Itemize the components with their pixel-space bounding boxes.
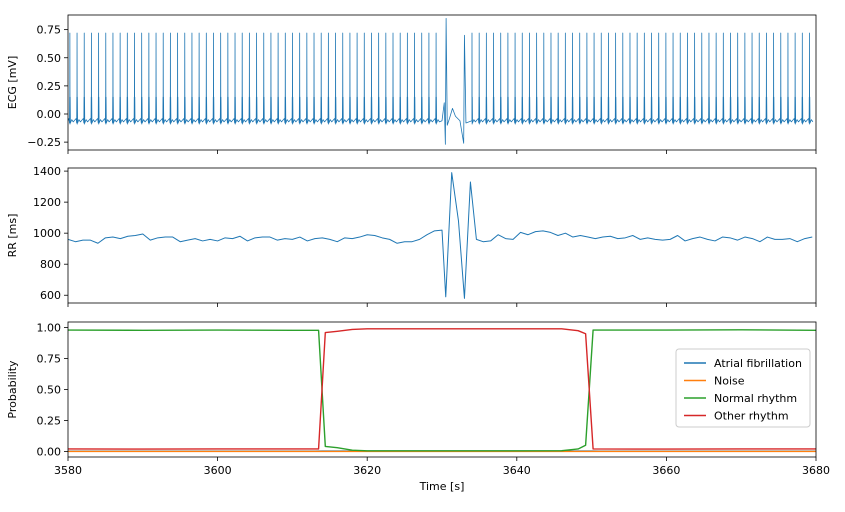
y-tick-label: 0.25 [37, 414, 62, 427]
y-tick-label: 600 [40, 289, 61, 302]
y-tick-label: 1200 [33, 196, 61, 209]
y-tick-label: 0.75 [37, 353, 62, 366]
y-axis-label: ECG [mV] [6, 56, 19, 109]
ecg-panel: −0.25 0.00 0.25 0.50 0.75 ECG [mV] [6, 15, 816, 154]
axes-frame [68, 15, 816, 150]
legend: Atrial fibrillation Noise Normal rhythm Oth… [676, 349, 810, 427]
legend-label: Normal rhythm [714, 392, 797, 405]
y-tick-label: 0.50 [37, 384, 62, 397]
plot-area [68, 173, 812, 299]
y-tick-label: 800 [40, 258, 61, 271]
legend-label: Atrial fibrillation [714, 357, 802, 370]
x-tick-label: 3660 [652, 464, 680, 477]
x-axis-label: Time [s] [419, 480, 465, 493]
legend-label: Noise [714, 375, 745, 388]
x-tick-label: 3680 [802, 464, 830, 477]
y-tick-label: 0.25 [37, 80, 62, 93]
chart-figure: −0.25 0.00 0.25 0.50 0.75 ECG [mV] 600 800 1000… [0, 0, 845, 507]
x-tick-label: 3640 [503, 464, 531, 477]
y-tick-label: 0.00 [37, 108, 62, 121]
rr-interval-panel: 600 800 1000 1200 1400 RR [ms] [6, 165, 816, 307]
y-axis-label: Probability [6, 360, 19, 419]
y-axis-label: RR [ms] [6, 214, 19, 258]
x-tick-label: 3620 [353, 464, 381, 477]
ecg-series-line [68, 18, 813, 144]
y-tick-label: 1000 [33, 227, 61, 240]
rr-series-line [68, 173, 812, 299]
x-tick-label: 3600 [204, 464, 232, 477]
y-tick-label: 0.00 [37, 445, 62, 458]
probability-panel: 0.00 0.25 0.50 0.75 1.00 3580 3600 3620 3640 3660… [6, 322, 830, 493]
y-tick-label: 0.75 [37, 24, 62, 37]
legend-label: Other rhythm [714, 410, 789, 423]
plot-area [68, 18, 813, 144]
y-tick-label: 1400 [33, 165, 61, 178]
y-tick-label: −0.25 [27, 136, 61, 149]
x-tick-label: 3580 [54, 464, 82, 477]
y-tick-label: 0.50 [37, 52, 62, 65]
y-tick-label: 1.00 [37, 322, 62, 335]
